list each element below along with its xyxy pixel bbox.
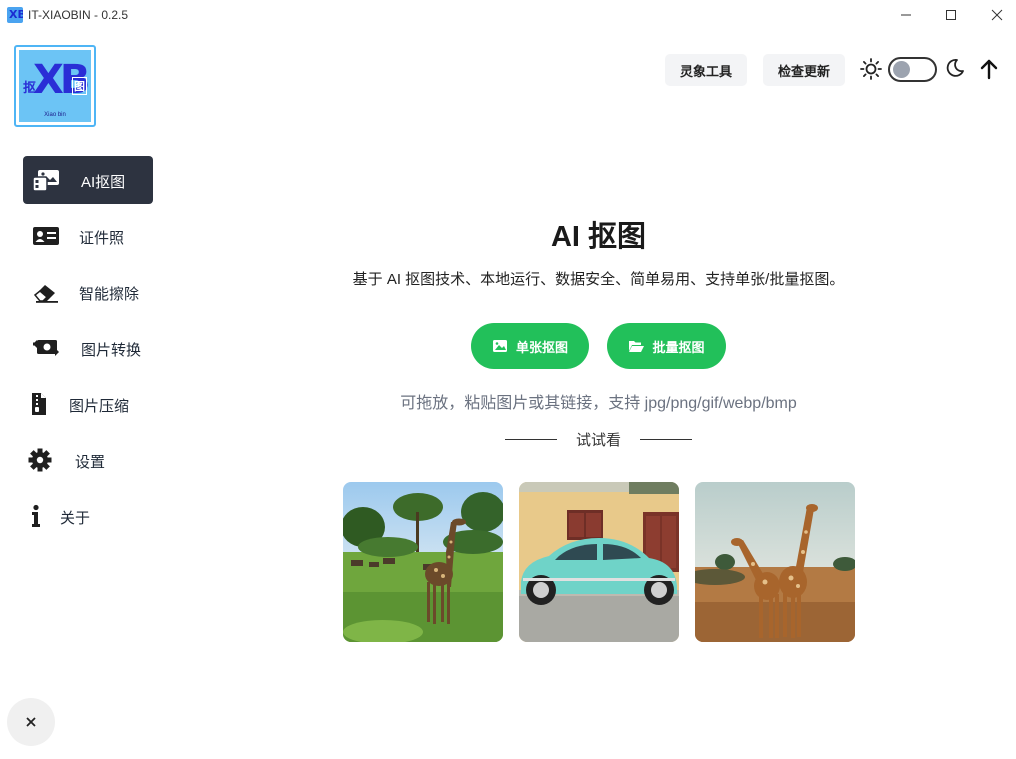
drop-hint: 可拖放，粘贴图片或其链接，支持 jpg/png/gif/webp/bmp — [400, 395, 797, 412]
eraser-icon — [31, 280, 61, 304]
logo-left-char: 抠 — [23, 80, 37, 95]
sidebar-item-convert[interactable]: 图片转换 — [23, 324, 153, 372]
sidebar-nav: AI抠图 证件照 智能擦除 图片转换 图片压缩 设置 关于 — [23, 156, 153, 548]
logo-subtext: Xiao bin — [44, 112, 66, 118]
sidebar-item-label: 智能擦除 — [79, 286, 140, 303]
app-logo-icon: XB — [7, 7, 23, 23]
sidebar-item-compress[interactable]: 图片压缩 — [23, 380, 153, 428]
page-title: AI 抠图 — [550, 221, 647, 253]
close-window-button[interactable] — [974, 0, 1016, 30]
single-cutout-button[interactable]: 单张抠图 — [471, 323, 589, 369]
gear-icon — [25, 448, 55, 472]
sidebar-item-ai-cutout[interactable]: AI抠图 — [23, 156, 153, 204]
sidebar-item-id-photo[interactable]: 证件照 — [23, 212, 153, 260]
info-icon — [21, 504, 51, 528]
tool-button[interactable]: 灵象工具 — [665, 54, 747, 86]
single-cutout-label: 单张抠图 — [515, 339, 568, 355]
sun-icon — [860, 58, 882, 80]
sidebar-item-label: 图片转换 — [81, 342, 142, 359]
try-label: 试试看 — [575, 431, 621, 449]
sample-image-vintage-car[interactable] — [519, 482, 679, 642]
batch-cutout-button[interactable]: 批量抠图 — [607, 323, 726, 369]
sidebar-item-settings[interactable]: 设置 — [23, 436, 153, 484]
maximize-icon — [946, 10, 956, 20]
title-bar: XB IT-XIAOBIN - 0.2.5 — [0, 0, 1016, 30]
close-icon — [991, 9, 1003, 21]
image-stack-icon — [31, 168, 61, 192]
divider-line — [505, 438, 557, 440]
sidebar-item-about[interactable]: 关于 — [23, 492, 153, 540]
app-logo: XB 抠 图 Xiao bin — [14, 45, 96, 127]
folder-open-icon — [629, 341, 645, 352]
try-divider: 试试看 — [505, 428, 692, 450]
theme-toggle[interactable] — [888, 57, 937, 82]
sidebar-item-label: 设置 — [75, 454, 106, 471]
sidebar-item-label: 图片压缩 — [69, 398, 130, 415]
minimize-icon — [901, 14, 911, 16]
image-icon — [492, 340, 507, 352]
sample-image-giraffe-savanna[interactable] — [343, 482, 503, 642]
toggle-knob — [893, 61, 910, 78]
check-update-button[interactable]: 检查更新 — [763, 54, 845, 86]
logo-right-char: 图 — [72, 77, 87, 95]
batch-cutout-label: 批量抠图 — [652, 339, 705, 355]
close-floating-button[interactable] — [7, 698, 55, 746]
zip-file-icon — [23, 392, 53, 416]
money-exchange-icon — [31, 336, 61, 360]
sample-image-giraffes-pair[interactable] — [695, 482, 855, 642]
close-icon — [26, 717, 36, 727]
arrow-up-icon[interactable] — [978, 58, 1000, 80]
window-title: IT-XIAOBIN - 0.2.5 — [28, 8, 129, 22]
sidebar-item-label: 证件照 — [79, 230, 125, 247]
divider-line — [639, 438, 692, 440]
sidebar-item-smart-erase[interactable]: 智能擦除 — [23, 268, 153, 316]
sidebar-item-label: AI抠图 — [81, 174, 126, 191]
id-card-icon — [31, 224, 61, 248]
maximize-button[interactable] — [928, 0, 974, 30]
sidebar-item-label: 关于 — [60, 510, 91, 527]
page-description: 基于 AI 抠图技术、本地运行、数据安全、简单易用、支持单张/批量抠图。 — [352, 271, 845, 288]
minimize-button[interactable] — [883, 0, 929, 30]
moon-icon — [946, 59, 964, 77]
